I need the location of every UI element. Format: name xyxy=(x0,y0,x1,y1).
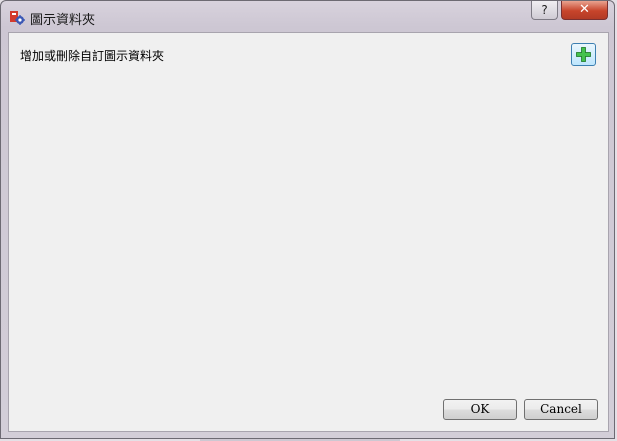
ok-button[interactable]: OK xyxy=(443,399,517,420)
title-bar[interactable]: 圖示資料夾 ? ✕ xyxy=(1,1,614,31)
help-button[interactable]: ? xyxy=(531,1,558,20)
dialog-window: 圖示資料夾 ? ✕ 增加或刪除自訂圖示資料夾 OK Cancel xyxy=(0,0,615,439)
dialog-content: 增加或刪除自訂圖示資料夾 OK Cancel xyxy=(8,32,609,432)
cancel-button[interactable]: Cancel xyxy=(524,399,598,420)
instruction-label: 增加或刪除自訂圖示資料夾 xyxy=(20,49,165,63)
app-gear-icon xyxy=(9,9,25,25)
plus-icon xyxy=(576,47,591,62)
window-title: 圖示資料夾 xyxy=(30,13,96,28)
add-folder-button[interactable] xyxy=(571,43,596,66)
close-button[interactable]: ✕ xyxy=(561,1,608,20)
